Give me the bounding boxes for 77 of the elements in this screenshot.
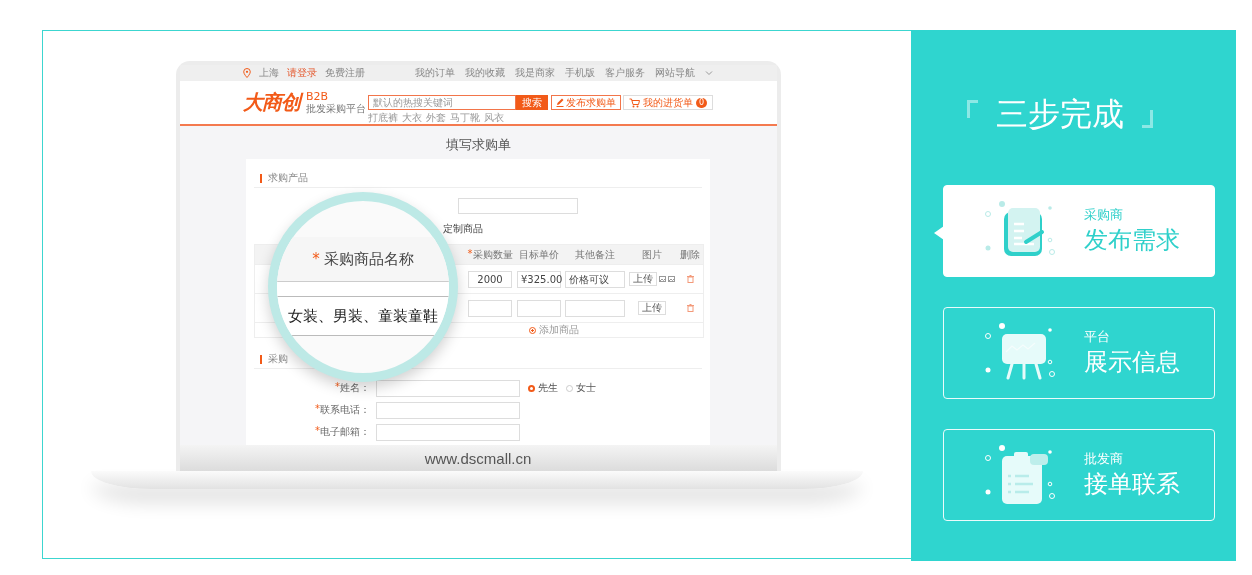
section-marker [260, 173, 262, 183]
price-field[interactable] [517, 299, 561, 317]
column-header: 目标单价 [518, 247, 560, 262]
input-field[interactable] [376, 401, 520, 419]
location-text[interactable]: 上海 [259, 65, 279, 81]
hot-word-link[interactable]: 外套 [426, 111, 447, 123]
image-icon[interactable] [659, 276, 666, 282]
panel-title: 三步完成 [996, 94, 1124, 134]
plus-circle-icon [529, 326, 536, 334]
hot-word-link[interactable]: 风衣 [484, 111, 505, 123]
note-field[interactable] [565, 299, 625, 317]
step-role: 平台 [1084, 328, 1111, 346]
top-link[interactable]: 我是商家 [515, 65, 555, 81]
column-header: 删除 [679, 247, 701, 262]
chevron-down-icon[interactable] [705, 70, 713, 76]
field-label: *姓名： [334, 381, 370, 395]
radio-label[interactable]: 女士 [576, 381, 596, 395]
quantity-field[interactable] [468, 299, 512, 317]
count-badge: 0 [695, 97, 707, 108]
cart-icon [628, 97, 640, 108]
top-link[interactable]: 手机版 [565, 65, 595, 81]
url-text: www.dscmall.cn [424, 449, 532, 467]
logo-subtitle: 批发采购平台 [306, 102, 366, 115]
step-role: 采购商 [1084, 206, 1124, 224]
radio-button[interactable] [528, 384, 535, 392]
step-title: 展示信息 [1084, 347, 1180, 378]
price-field[interactable]: ¥325.00 [517, 270, 561, 288]
field-label: *电子邮箱： [314, 425, 370, 439]
top-link[interactable]: 我的订单 [415, 65, 455, 81]
radio-button[interactable] [566, 384, 573, 392]
upload-button[interactable]: 上传 [638, 301, 666, 315]
option-label[interactable]: 定制商品 [443, 222, 483, 236]
top-link[interactable]: 客户服务 [605, 65, 645, 81]
location-pin-icon [243, 68, 251, 78]
required-mark: * [312, 250, 320, 268]
section-title: 求购产品 [268, 171, 308, 185]
pen-icon [555, 98, 564, 107]
column-header: 采购商品名称 [323, 249, 414, 269]
register-link[interactable]: 免费注册 [325, 65, 365, 81]
page-title: 填写求购单 [445, 136, 511, 154]
top-link[interactable]: 网站导航 [655, 65, 695, 81]
upload-button[interactable]: 上传 [629, 272, 657, 286]
search-field[interactable]: 默认的热搜关键词 [368, 94, 517, 110]
post-request-button[interactable]: 发布求购单 [550, 95, 621, 110]
logo-tag: B2B [306, 90, 366, 103]
card-pointer [934, 226, 944, 240]
corner-bracket [967, 100, 978, 118]
trash-icon[interactable] [686, 304, 694, 312]
input-field[interactable] [458, 198, 578, 214]
step-card[interactable]: 批发商 接单联系 [943, 429, 1215, 521]
section-marker [260, 354, 262, 364]
product-name-text: 女装、男装、童装童鞋 [288, 306, 438, 326]
hot-word-link[interactable]: 大衣 [402, 111, 423, 123]
login-link[interactable]: 请登录 [287, 65, 317, 81]
add-product-link[interactable]: 添加商品 [529, 323, 579, 337]
quantity-field[interactable]: 2000 [468, 270, 512, 288]
search-button[interactable]: 搜索 [516, 94, 549, 110]
cart-button[interactable]: 我的进货单 0 [622, 95, 713, 110]
image-icon[interactable] [668, 276, 675, 282]
section-title: 采购 [268, 352, 288, 366]
corner-bracket [1142, 110, 1153, 128]
column-header: 图片 [641, 247, 663, 262]
radio-label[interactable]: 先生 [538, 381, 558, 395]
hot-word-link[interactable]: 马丁靴 [450, 111, 481, 123]
top-link[interactable]: 我的收藏 [465, 65, 505, 81]
step-role: 批发商 [1084, 450, 1124, 468]
step-card[interactable]: 平台 展示信息 [943, 307, 1215, 399]
step-title: 发布需求 [1084, 225, 1180, 256]
field-label: *联系电话： [314, 403, 370, 417]
input-field[interactable] [376, 379, 520, 397]
input-field[interactable] [376, 423, 520, 441]
note-field[interactable]: 价格可议 [565, 270, 625, 288]
hot-word-link[interactable]: 打底裤 [368, 111, 399, 123]
step-title: 接单联系 [1084, 469, 1180, 500]
column-header: 其他备注 [574, 247, 616, 262]
column-header: *采购数量 [466, 247, 514, 262]
trash-icon[interactable] [686, 275, 694, 283]
